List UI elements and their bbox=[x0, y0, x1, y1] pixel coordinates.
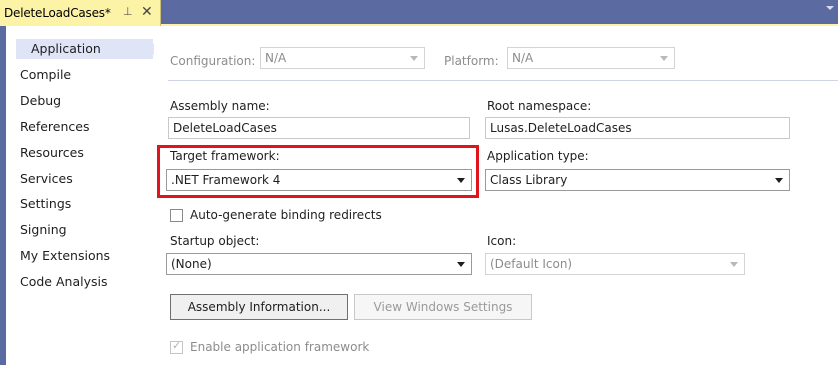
configuration-dropdown[interactable]: N/A bbox=[260, 47, 425, 69]
sidebar-item-application[interactable]: Application bbox=[16, 39, 159, 59]
chevron-down-icon bbox=[410, 56, 418, 61]
document-tab[interactable]: DeleteLoadCases* ⊥ ✕ bbox=[0, 0, 161, 26]
sidebar-item-resources[interactable]: Resources bbox=[20, 143, 84, 163]
view-windows-settings-button[interactable]: View Windows Settings bbox=[354, 294, 532, 320]
application-type-label: Application type: bbox=[487, 149, 589, 163]
close-icon[interactable]: ✕ bbox=[141, 3, 153, 21]
root-namespace-input[interactable]: Lusas.DeleteLoadCases bbox=[485, 117, 790, 139]
chevron-down-icon bbox=[730, 262, 738, 267]
platform-value: N/A bbox=[512, 51, 534, 65]
platform-dropdown[interactable]: N/A bbox=[507, 47, 675, 69]
icon-value: (Default Icon) bbox=[490, 257, 573, 271]
chevron-down-icon bbox=[457, 262, 465, 267]
application-type-value: Class Library bbox=[490, 173, 568, 187]
enable-application-framework-label: Enable application framework bbox=[190, 340, 370, 354]
icon-label: Icon: bbox=[487, 234, 517, 248]
sidebar-item-services[interactable]: Services bbox=[20, 169, 73, 189]
configuration-label: Configuration: bbox=[170, 54, 256, 68]
enable-application-framework-checkbox[interactable]: ✓ bbox=[170, 339, 183, 354]
sidebar-item-references[interactable]: References bbox=[20, 117, 89, 137]
startup-object-dropdown[interactable]: (None) bbox=[166, 253, 472, 275]
project-properties-sidebar: Application Compile Debug References Res… bbox=[6, 26, 159, 365]
document-tab-strip: DeleteLoadCases* ⊥ ✕ bbox=[0, 0, 838, 26]
section-divider bbox=[168, 80, 838, 81]
sidebar-item-compile[interactable]: Compile bbox=[20, 65, 71, 85]
document-tab-title: DeleteLoadCases* bbox=[4, 6, 111, 20]
root-namespace-label: Root namespace: bbox=[487, 99, 592, 113]
icon-dropdown[interactable]: (Default Icon) bbox=[485, 253, 745, 275]
platform-label: Platform: bbox=[444, 54, 499, 68]
tab-overflow-dropdown-icon[interactable] bbox=[826, 6, 834, 10]
chevron-down-icon bbox=[775, 178, 783, 183]
binding-redirects-label[interactable]: Auto-generate binding redirects bbox=[190, 208, 382, 222]
sidebar-item-debug[interactable]: Debug bbox=[20, 91, 61, 111]
sidebar-item-signing[interactable]: Signing bbox=[20, 220, 67, 240]
startup-object-label: Startup object: bbox=[170, 234, 260, 248]
application-type-dropdown[interactable]: Class Library bbox=[485, 169, 790, 191]
sidebar-item-my-extensions[interactable]: My Extensions bbox=[20, 246, 110, 266]
pin-icon[interactable]: ⊥ bbox=[123, 5, 133, 18]
chevron-down-icon bbox=[660, 56, 668, 61]
binding-redirects-checkbox[interactable] bbox=[170, 209, 183, 222]
target-framework-highlight-box bbox=[157, 145, 479, 198]
checkmark-icon: ✓ bbox=[172, 339, 182, 352]
sidebar-item-settings[interactable]: Settings bbox=[20, 194, 71, 214]
assembly-information-button[interactable]: Assembly Information... bbox=[170, 294, 348, 320]
assembly-name-input[interactable]: DeleteLoadCases bbox=[168, 117, 470, 139]
configuration-value: N/A bbox=[265, 51, 287, 65]
sidebar-item-code-analysis[interactable]: Code Analysis bbox=[20, 272, 107, 292]
startup-object-value: (None) bbox=[171, 257, 212, 271]
assembly-name-label: Assembly name: bbox=[170, 99, 270, 113]
